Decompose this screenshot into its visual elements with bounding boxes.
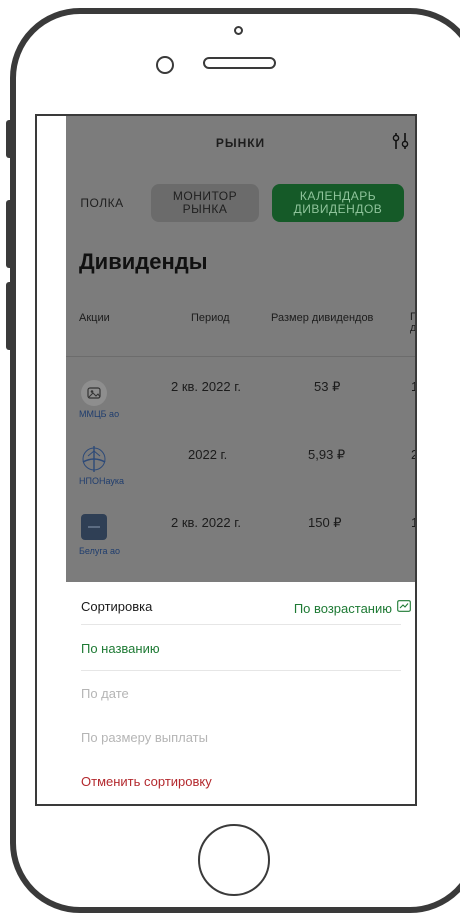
screen-left-gap [37,116,66,804]
ascending-chart-icon [397,599,411,617]
sort-bottom-sheet: Сортировка По возрастанию По названию По… [66,582,415,804]
page-title: РЫНКИ [215,136,266,150]
earpiece-speaker [203,57,276,69]
amount-cell: 5,93 ₽ [308,447,346,462]
sort-option-by-name[interactable]: По названию [81,641,160,656]
sort-direction-toggle[interactable]: По возрастанию [294,599,411,617]
amount-cell: 53 ₽ [314,379,341,394]
filter-sliders-icon[interactable] [391,132,411,155]
extra-cell: 1 [411,379,415,394]
screen: РЫНКИ ПОЛКА МОНИТОР РЫНКА КАЛЕНДАРЬ ДИВИ… [35,114,417,806]
front-camera [156,56,174,74]
column-header-period: Период [191,312,230,324]
column-header-next: П д [410,312,415,334]
period-cell: 2 кв. 2022 г. [171,515,241,530]
sheet-divider [81,624,401,625]
period-cell: 2 кв. 2022 г. [171,379,241,394]
sheet-divider [81,670,401,671]
sort-title: Сортировка [81,599,153,614]
sort-option-by-payout[interactable]: По размеру выплаты [81,730,208,745]
period-cell: 2022 г. [188,447,228,462]
amount-cell: 150 ₽ [308,515,342,530]
column-header-amount: Размер дивидендов [271,312,374,324]
npo-nauka-logo-icon [79,444,106,472]
stock-label: НПОНаука [79,476,125,486]
stock-label: Белуга ао [79,546,120,556]
home-button[interactable] [198,824,270,896]
stock-label: ММЦБ ао [79,409,120,419]
image-placeholder-icon [81,380,107,406]
section-heading: Дивиденды [79,249,208,274]
beluga-logo-icon [81,514,107,540]
table-header-divider [66,356,415,357]
extra-cell: 2 [411,447,415,462]
sort-option-by-date[interactable]: По дате [81,686,129,701]
tab-dividend-calendar[interactable]: КАЛЕНДАРЬ ДИВИДЕНДОВ [272,184,404,222]
sort-direction-label: По возрастанию [293,600,392,616]
cancel-sort-button[interactable]: Отменить сортировку [81,774,212,789]
tab-polka[interactable]: ПОЛКА [66,184,138,222]
tab-market-monitor[interactable]: МОНИТОР РЫНКА [151,184,259,222]
column-header-stocks: Акции [79,312,110,324]
dimmed-content: РЫНКИ ПОЛКА МОНИТОР РЫНКА КАЛЕНДАРЬ ДИВИ… [66,116,415,582]
extra-cell: 1 [411,515,415,530]
proximity-sensor [234,26,243,35]
